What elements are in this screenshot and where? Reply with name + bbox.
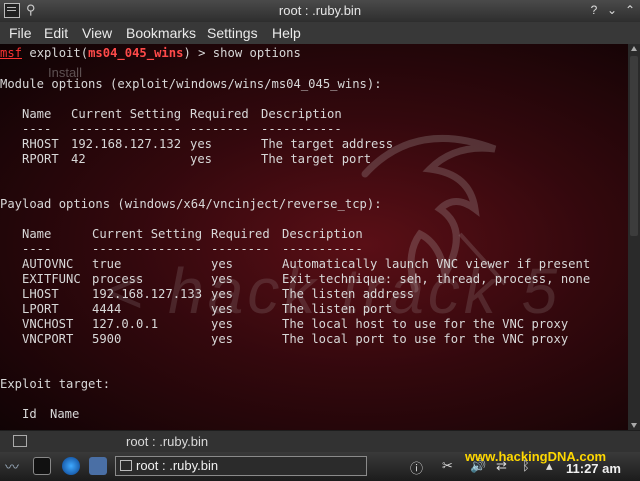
- table-row-name: LPORT: [22, 302, 59, 316]
- maximize-icon[interactable]: ⌃: [622, 2, 638, 18]
- menu-settings[interactable]: Settings: [207, 25, 258, 41]
- exploit-target-heading: Exploit target:: [0, 377, 111, 391]
- col-name-header: Name: [22, 227, 52, 241]
- table-row-setting: 42: [71, 152, 86, 166]
- table-row-setting: 192.168.127.132: [71, 137, 182, 151]
- table-row-setting: true: [92, 257, 122, 271]
- payload-options-heading: Payload options (windows/x64/vncinject/r…: [0, 197, 382, 211]
- menu-bar: File Edit View Bookmarks Settings Help: [0, 22, 640, 45]
- dash-desc: -----------: [261, 122, 342, 136]
- table-row-name: AUTOVNC: [22, 257, 74, 271]
- file-manager-icon[interactable]: [89, 457, 107, 475]
- dash-name: ----: [22, 122, 52, 136]
- table-row-desc: The target port: [261, 152, 372, 166]
- table-row-desc: The target address: [261, 137, 394, 151]
- table-row-required: yes: [211, 317, 234, 331]
- taskbar-window-label: root : .ruby.bin: [136, 458, 219, 473]
- module-options-heading: Module options (exploit/windows/wins/ms0…: [0, 77, 382, 91]
- table-row-name: VNCHOST: [22, 317, 74, 331]
- klipper-icon[interactable]: ✂: [442, 458, 453, 474]
- table-row-required: yes: [211, 287, 234, 301]
- browser-icon[interactable]: [62, 457, 80, 475]
- session-tab[interactable]: root : .ruby.bin: [126, 434, 208, 449]
- col-desc-header: Description: [261, 107, 342, 121]
- taskbar-window-button[interactable]: root : .ruby.bin: [115, 456, 367, 476]
- prompt-msf: msf: [0, 46, 23, 60]
- table-row-setting: 192.168.127.133: [92, 287, 203, 301]
- dash-desc: -----------: [282, 242, 363, 256]
- col-setting-header: Current Setting: [71, 107, 182, 121]
- table-row-required: yes: [211, 302, 234, 316]
- dragon-menu-icon[interactable]: 〰: [5, 457, 23, 475]
- scroll-up-icon[interactable]: [631, 46, 637, 51]
- table-row-name: RHOST: [22, 137, 59, 151]
- terminal-output[interactable]: < hack track 5 Install msf exploit(ms04_…: [0, 44, 628, 430]
- col-id-header: Id: [22, 407, 37, 421]
- table-row-desc: Automatically launch VNC viewer if prese…: [282, 257, 591, 271]
- new-tab-icon[interactable]: [13, 435, 27, 447]
- col-name-header: Name: [22, 107, 52, 121]
- table-row-name: RPORT: [22, 152, 59, 166]
- prompt-line: msf exploit(ms04_045_wins) > show option…: [0, 46, 301, 61]
- terminal-scrollbar[interactable]: [628, 44, 640, 430]
- bottom-panel: 〰 root : .ruby.bin ⓘ ✂ 🔊 ⇄ ᛒ ▴ www.hacki…: [0, 449, 640, 481]
- table-row-desc: The local port to use for the VNC proxy: [282, 332, 569, 346]
- table-row-setting: 5900: [92, 332, 122, 346]
- dash-setting: ---------------: [71, 122, 182, 136]
- minimize-icon[interactable]: ⌄: [604, 2, 620, 18]
- col-setting-header: Current Setting: [92, 227, 203, 241]
- title-bar: ⚲ root : .ruby.bin ? ⌄ ⌃: [0, 0, 640, 23]
- table-row-name: LHOST: [22, 287, 59, 301]
- menu-edit[interactable]: Edit: [44, 25, 68, 41]
- table-row-desc: Exit technique: seh, thread, process, no…: [282, 272, 591, 286]
- table-row-required: yes: [211, 272, 234, 286]
- table-row-name: VNCPORT: [22, 332, 74, 346]
- menu-file[interactable]: File: [9, 25, 32, 41]
- table-row-setting: 127.0.0.1: [92, 317, 159, 331]
- prompt-module: ms04_045_wins: [88, 46, 184, 60]
- dash-setting: ---------------: [92, 242, 203, 256]
- table-row-desc: The listen port: [282, 302, 393, 316]
- col-required-header: Required: [190, 107, 249, 121]
- table-row-desc: The listen address: [282, 287, 415, 301]
- table-row-required: yes: [211, 257, 234, 271]
- scroll-thumb[interactable]: [630, 56, 638, 236]
- table-row-required: yes: [211, 332, 234, 346]
- col-required-header: Required: [211, 227, 270, 241]
- clock[interactable]: 11:27 am: [566, 461, 621, 476]
- help-icon[interactable]: ?: [586, 2, 602, 18]
- col-desc-header: Description: [282, 227, 363, 241]
- table-row-required: yes: [190, 152, 213, 166]
- col-name-header: Name: [50, 407, 80, 421]
- menu-view[interactable]: View: [82, 25, 112, 41]
- terminal-launcher-icon[interactable]: [33, 457, 51, 475]
- prompt-command: ) > show options: [183, 46, 301, 60]
- table-row-setting: 4444: [92, 302, 122, 316]
- table-row-name: EXITFUNC: [22, 272, 81, 286]
- menu-help[interactable]: Help: [272, 25, 301, 41]
- scroll-down-icon[interactable]: [631, 423, 637, 428]
- dash-required: --------: [211, 242, 270, 256]
- menu-bookmarks[interactable]: Bookmarks: [126, 25, 196, 41]
- prompt-exploit: exploit(: [29, 46, 89, 60]
- table-row-setting: process: [92, 272, 144, 286]
- dash-name: ----: [22, 242, 52, 256]
- table-row-required: yes: [190, 137, 213, 151]
- info-icon[interactable]: ⓘ: [410, 458, 423, 477]
- window-title: root : .ruby.bin: [278, 3, 362, 18]
- dash-required: --------: [190, 122, 249, 136]
- window-icon: [120, 460, 132, 471]
- table-row-desc: The local host to use for the VNC proxy: [282, 317, 569, 331]
